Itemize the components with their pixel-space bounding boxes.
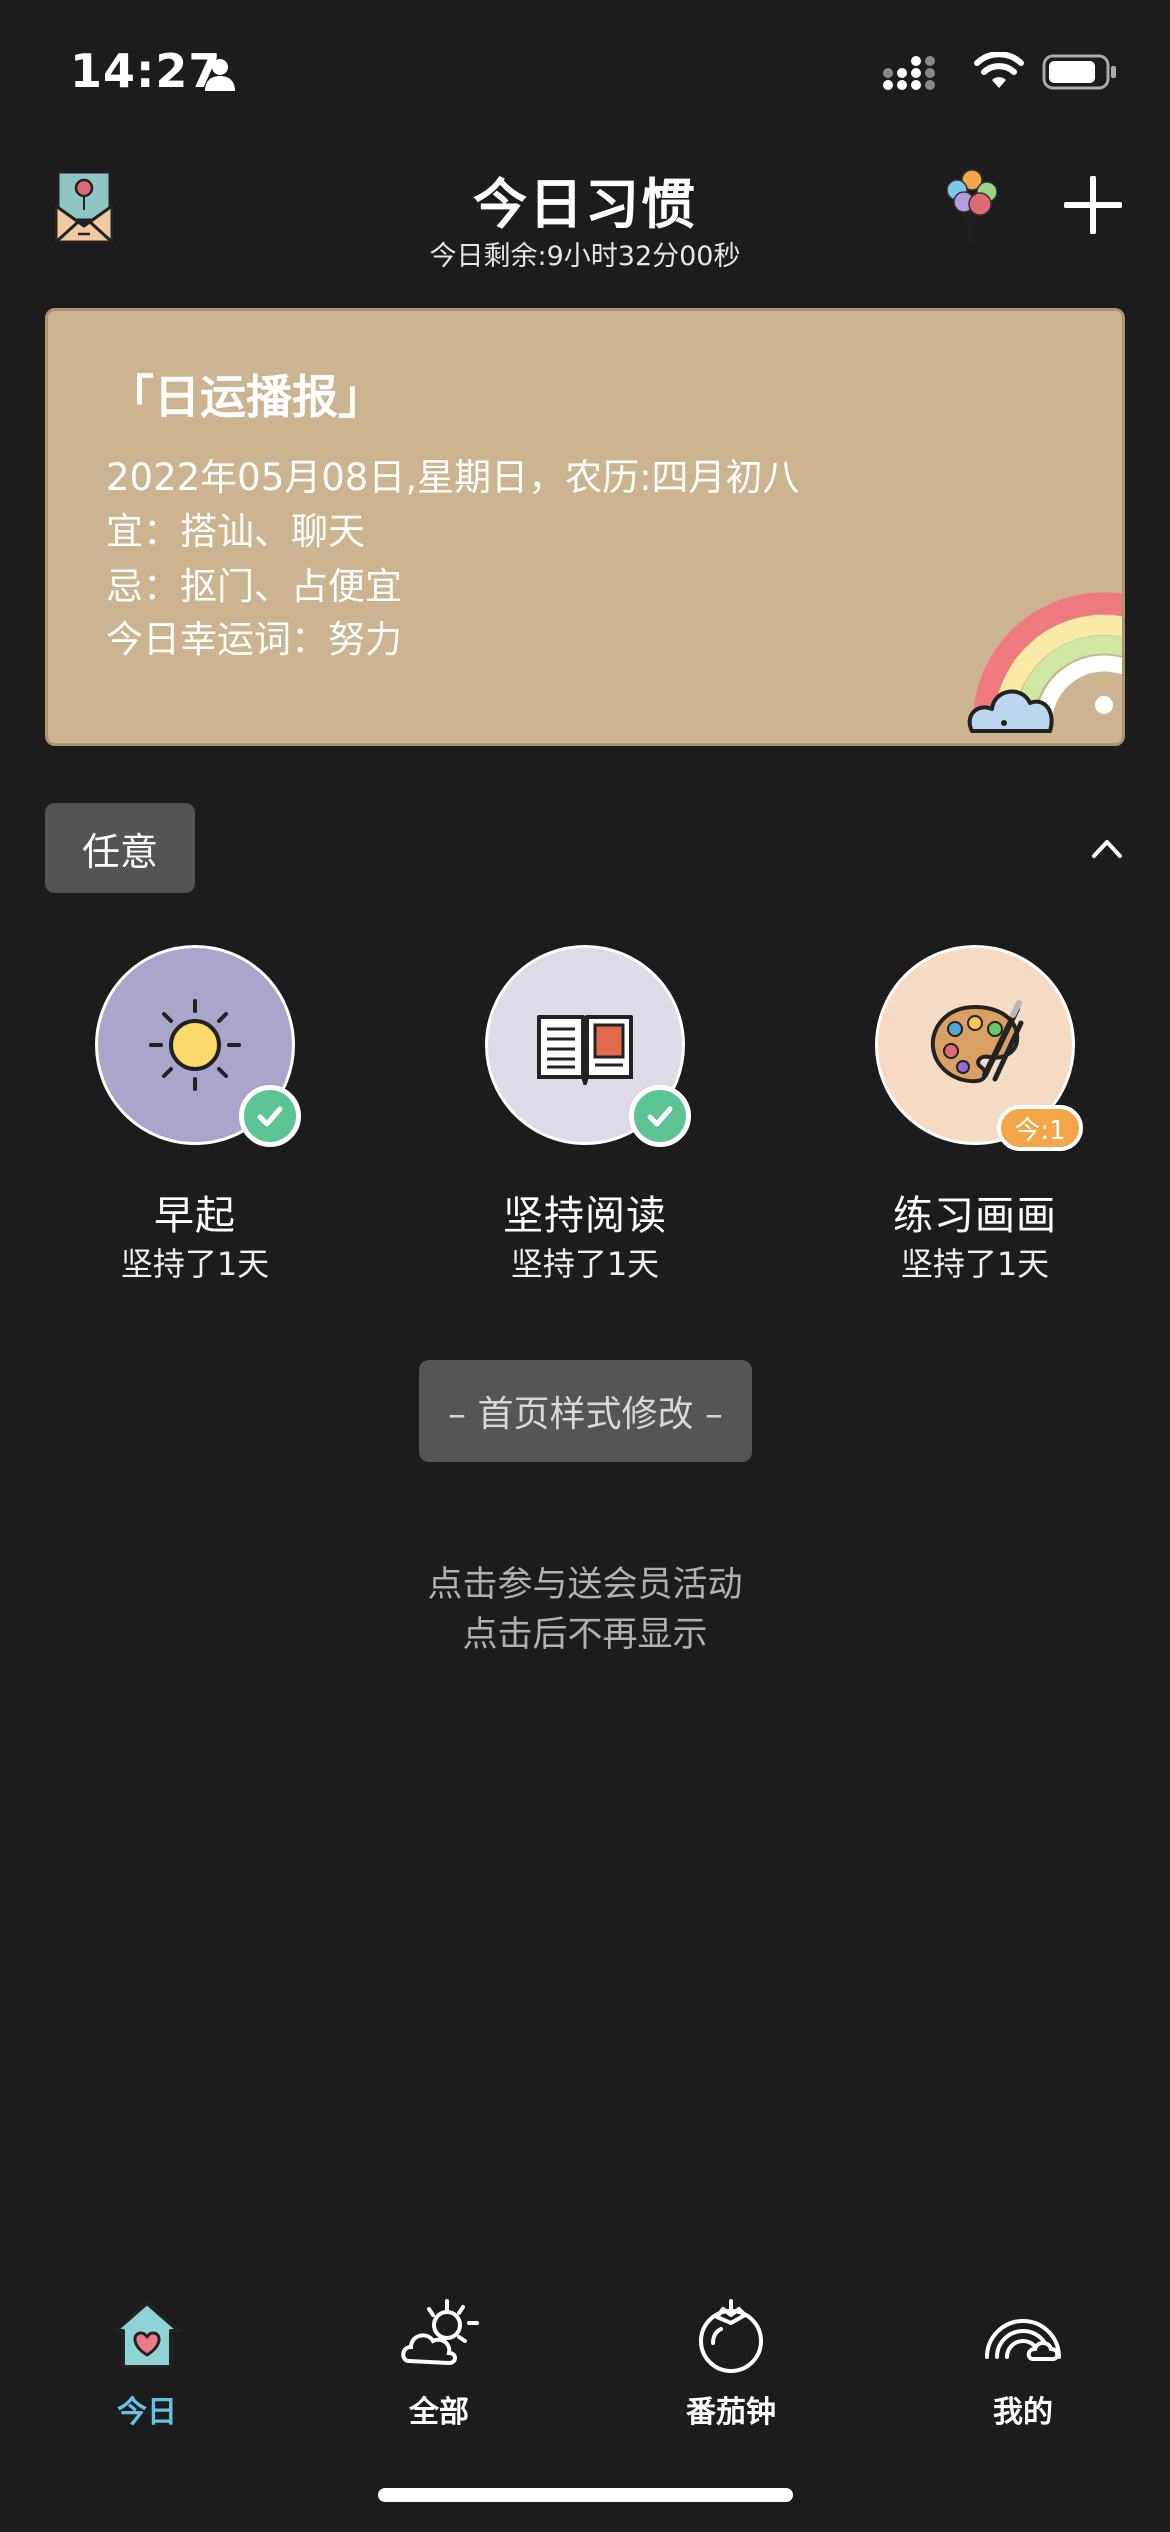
status-time: 14:27 (70, 44, 222, 98)
home-indicator (378, 2488, 793, 2502)
fortune-lucky-word: 今日幸运词：努力 (106, 618, 402, 661)
habit-reading[interactable]: 坚持阅读 坚持了1天 (485, 945, 691, 1285)
filter-tag[interactable]: 任意 (45, 803, 195, 893)
fortune-bad: 忌：抠门、占便宜 (106, 565, 402, 608)
rainbow-cloud-icon (967, 592, 1122, 733)
person-icon (205, 59, 235, 91)
add-icon[interactable] (1064, 176, 1122, 234)
tab-pomodoro[interactable]: 番茄钟 (646, 2295, 816, 2435)
tab-today[interactable]: 今日 (62, 2295, 232, 2435)
habit-name: 练习画画 (893, 1193, 1057, 1239)
fortune-good: 宜：搭讪、聊天 (106, 510, 365, 553)
palette-icon (930, 1000, 1024, 1084)
habit-streak: 坚持了1天 (510, 1245, 660, 1283)
habit-drawing[interactable]: 今:1 练习画画 坚持了1天 (875, 945, 1083, 1285)
tab-mine[interactable]: 我的 (938, 2295, 1108, 2435)
tab-label: 今日 (117, 2395, 177, 2430)
tab-label: 番茄钟 (686, 2395, 776, 2430)
fortune-title: 「日运播报」 (108, 370, 384, 424)
sun-cloud-icon (401, 2299, 479, 2366)
battery-icon (1042, 54, 1116, 90)
tab-label: 全部 (409, 2395, 469, 2430)
completed-check-icon (239, 1085, 301, 1147)
habit-streak: 坚持了1天 (900, 1245, 1050, 1283)
promo-dismiss-text[interactable]: 点击后不再显示 (0, 1606, 1170, 1657)
book-icon (537, 1015, 633, 1085)
status-indicators (882, 50, 1118, 94)
today-count-badge: 今:1 (997, 1105, 1083, 1151)
tab-label: 我的 (993, 2395, 1053, 2430)
habit-name: 坚持阅读 (503, 1193, 667, 1239)
rainbow-icon (985, 2319, 1061, 2361)
wifi-icon (974, 52, 1024, 88)
habit-name: 早起 (154, 1193, 236, 1239)
chevron-up-icon[interactable] (1090, 836, 1124, 860)
sun-icon (149, 999, 241, 1091)
promo-join-text[interactable]: 点击参与送会员活动 (0, 1556, 1170, 1607)
edit-home-style-button[interactable]: – 首页样式修改 – (419, 1360, 752, 1462)
fortune-date: 2022年05月08日,星期日，农历:四月初八 (106, 456, 800, 499)
tomato-icon (699, 2299, 763, 2373)
home-heart-icon (113, 2301, 181, 2369)
habit-early-rise[interactable]: 早起 坚持了1天 (95, 945, 301, 1285)
tab-all[interactable]: 全部 (354, 2295, 524, 2435)
completed-check-icon (629, 1085, 691, 1147)
balloons-icon[interactable] (942, 168, 1002, 244)
fortune-card[interactable]: 「日运播报」 2022年05月08日,星期日，农历:四月初八 宜：搭讪、聊天 忌… (45, 308, 1125, 746)
signal-icon (883, 56, 935, 90)
habit-streak: 坚持了1天 (120, 1245, 270, 1283)
